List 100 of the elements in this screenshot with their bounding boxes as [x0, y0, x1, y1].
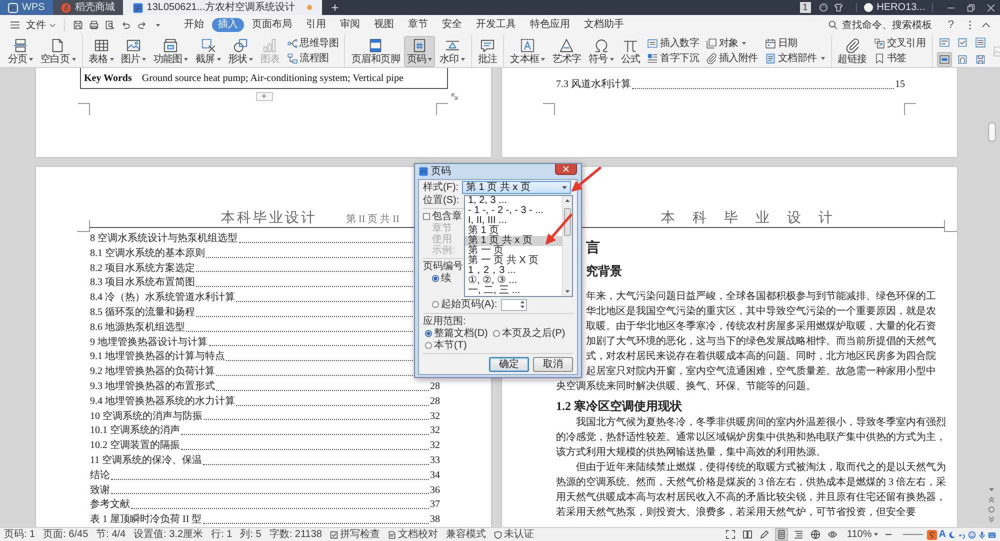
dialog-button[interactable]: 取消	[533, 357, 573, 372]
help-button[interactable]: ?	[944, 19, 958, 31]
ribbon-button[interactable]: 超链接	[834, 36, 870, 66]
checkbox-icon[interactable]	[423, 213, 430, 220]
list-option[interactable]: ①, ②, ③ ...	[465, 276, 562, 286]
smiley-icon[interactable]	[968, 530, 976, 538]
file-menu-button[interactable]: 文件	[4, 17, 59, 33]
spin-up-icon[interactable]	[520, 300, 526, 304]
ribbon-button[interactable]: 形状	[224, 36, 256, 66]
list-scrollbar[interactable]	[562, 196, 572, 296]
ribbon-button[interactable]: 页眉和页脚	[348, 36, 403, 66]
dialog-button[interactable]: 确定	[489, 357, 529, 372]
arrow-down-icon[interactable]	[988, 486, 995, 493]
chevron-up-icon[interactable]	[981, 20, 991, 30]
ribbon-button[interactable]: 文本框	[507, 36, 548, 66]
ribbon-button[interactable]: 表格	[86, 36, 117, 66]
ribbon-button[interactable]: 艺术字	[549, 36, 584, 66]
radio-icon[interactable]	[432, 275, 439, 282]
ribbon-button[interactable]: 插入数字	[644, 37, 702, 50]
radio-icon[interactable]	[425, 330, 432, 337]
ribbon-button[interactable]: 功能图	[150, 36, 192, 66]
style-dropdown[interactable]: 第 1 页 共 x 页	[462, 181, 571, 194]
ribbon-tab[interactable]: 引用	[300, 18, 332, 32]
ribbon-tab[interactable]: 审阅	[334, 18, 366, 32]
radio-option[interactable]: 起始页码(A):	[432, 299, 498, 310]
search-field[interactable]: 查找命令、搜索模板	[824, 20, 934, 30]
radio-icon[interactable]	[492, 330, 500, 337]
close-icon[interactable]	[987, 4, 995, 12]
ribbon-button[interactable]: 日期	[762, 37, 800, 50]
ribbon-button[interactable]: 批注	[474, 36, 500, 66]
outline-icon[interactable]	[792, 528, 805, 541]
window-tab[interactable]: WPS	[0, 0, 53, 15]
radio-option[interactable]: 本页及之后(P)	[492, 328, 566, 339]
status-button[interactable]: 拼写检查	[330, 528, 380, 540]
radio-option[interactable]: 续	[432, 273, 451, 284]
close-button[interactable]	[555, 164, 577, 175]
list-option[interactable]: I, II, III ...	[465, 216, 562, 226]
fullscreen-icon[interactable]	[724, 528, 737, 541]
radio-icon[interactable]	[425, 342, 432, 349]
page-view-icon[interactable]	[774, 528, 788, 541]
input-mode-indicator[interactable]: A	[938, 530, 946, 540]
ribbon-tab[interactable]: 文档助手	[578, 18, 630, 32]
ribbon-button[interactable]: 分页	[5, 36, 36, 66]
checkbox-option[interactable]: 包含章	[423, 211, 462, 222]
palette-icon[interactable]	[818, 3, 828, 12]
ribbon-tab[interactable]: 视图	[368, 18, 400, 32]
list-box-icon[interactable]	[972, 35, 988, 50]
spin-field[interactable]	[501, 298, 528, 310]
radio-option[interactable]: 整篇文档(D)	[425, 328, 488, 339]
ribbon-button[interactable]: 公式	[618, 36, 644, 66]
list-option[interactable]: 第 一 页	[465, 246, 562, 256]
ribbon-button[interactable]: 对象	[703, 37, 750, 50]
restore-icon[interactable]	[967, 4, 975, 12]
ribbon-button[interactable]: 插入附件	[703, 52, 761, 65]
zoom-level-button[interactable]: 110%	[846, 528, 878, 540]
status-button[interactable]: 未认证	[494, 528, 534, 540]
add-row-button[interactable]: +	[256, 92, 272, 100]
ribbon-tab[interactable]: 插入	[212, 18, 244, 32]
ribbon-tab[interactable]: 开始	[178, 18, 210, 32]
save-icon[interactable]	[73, 20, 83, 30]
ribbon-button[interactable]: 文档部件	[762, 52, 828, 65]
window-tab[interactable]: 稻壳商城	[52, 0, 123, 15]
double-up-icon[interactable]	[988, 496, 995, 503]
ribbon-tab[interactable]: 特色应用	[524, 18, 576, 32]
ribbon-tab[interactable]: 开发工具	[470, 18, 522, 32]
scroll-up-icon[interactable]	[564, 197, 571, 204]
print-icon[interactable]	[89, 20, 99, 30]
shirt-icon[interactable]	[834, 3, 843, 12]
ribbon-button[interactable]: 页码	[404, 36, 436, 66]
ribbon-button[interactable]: 交叉引用	[870, 37, 929, 50]
list-option[interactable]: 1，2，3 ...	[465, 266, 562, 276]
window-tab[interactable]: 13L050621...方农村空调系统设计	[122, 0, 322, 15]
globe-icon[interactable]	[808, 528, 822, 541]
ribbon-button[interactable]: 首字下沉	[644, 52, 702, 65]
double-down-icon[interactable]	[988, 516, 995, 523]
spin-down-icon[interactable]	[520, 305, 526, 309]
scroll-down-icon[interactable]	[564, 288, 571, 295]
ribbon-tab[interactable]: 章节	[402, 18, 434, 32]
ribbon-button[interactable]: 书签	[870, 52, 910, 65]
input-method-logo-icon[interactable]	[926, 530, 937, 540]
ribbon-tab[interactable]: 页面布局	[246, 18, 298, 32]
ribbon-button[interactable]: 空白页	[37, 36, 79, 66]
list-option[interactable]: 第 1 页	[465, 226, 562, 236]
avatar-icon[interactable]	[864, 3, 873, 12]
print-preview-icon[interactable]	[105, 20, 115, 30]
status-button[interactable]: 文档校对	[388, 528, 438, 540]
frame-icon[interactable]	[936, 52, 952, 67]
undo-icon[interactable]	[121, 20, 131, 30]
redo-icon[interactable]	[137, 20, 147, 30]
radio-option[interactable]: 本节(T)	[425, 340, 467, 351]
new-tab-button[interactable]: +	[322, 0, 348, 15]
ribbon-button[interactable]: 图片	[118, 36, 150, 66]
ribbon-button[interactable]: 符号	[585, 36, 617, 66]
ribbon-button[interactable]: 流程图	[284, 52, 332, 65]
list-option[interactable]: - 1 -, - 2 -, - 3 - ...	[465, 206, 562, 216]
radio-icon[interactable]	[432, 301, 439, 308]
list-option[interactable]: 一, 二, 三 ...	[465, 286, 562, 296]
ribbon-button[interactable]: 思维导图	[284, 37, 342, 50]
notification-badge[interactable]: 1	[800, 2, 811, 13]
scrollbar-thumb[interactable]	[988, 122, 996, 142]
